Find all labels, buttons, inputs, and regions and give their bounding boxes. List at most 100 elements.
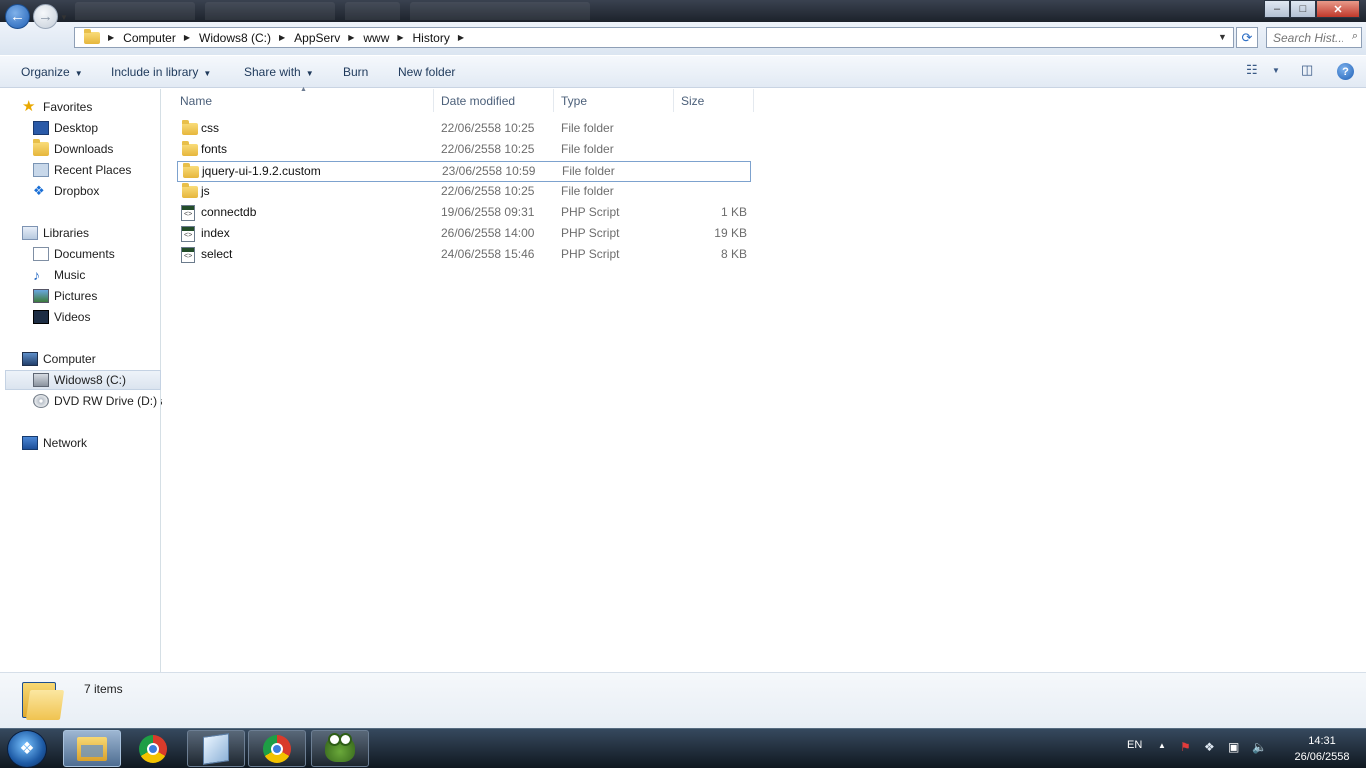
- folder-icon: [33, 139, 49, 156]
- folder-icon: [182, 120, 198, 135]
- nav-item-music[interactable]: ♪ Music: [33, 265, 85, 285]
- view-options-dropdown-icon[interactable]: ▼: [1272, 66, 1280, 75]
- recent-pages-dropdown-icon[interactable]: ▼: [60, 13, 68, 22]
- preview-pane-icon[interactable]: ◫: [1301, 62, 1313, 78]
- column-header-name[interactable]: Name: [174, 89, 434, 112]
- breadcrumb-computer[interactable]: Computer: [123, 31, 176, 45]
- nav-label: Widows8 (C:): [54, 373, 127, 387]
- column-header-size[interactable]: Size: [675, 89, 754, 112]
- dropbox-tray-icon[interactable]: ❖: [1204, 740, 1215, 754]
- nav-item-documents[interactable]: Documents: [33, 244, 115, 264]
- file-name: select: [201, 247, 233, 261]
- virtualbox-cube-icon: [203, 732, 229, 765]
- back-button[interactable]: ←: [5, 4, 30, 29]
- chevron-right-icon[interactable]: ▶: [458, 33, 464, 42]
- organize-menu[interactable]: Organize ▼: [21, 65, 83, 79]
- file-row-connectdb[interactable]: connectdb 19/06/2558 09:31 PHP Script 1 …: [177, 203, 751, 224]
- php-file-icon: [181, 226, 195, 242]
- file-row-jquery-ui[interactable]: jquery-ui-1.9.2.custom 23/06/2558 10:59 …: [177, 161, 751, 182]
- background-tab: [75, 2, 195, 20]
- taskbar-frog-app[interactable]: [311, 730, 369, 767]
- action-center-flag-icon[interactable]: ⚑: [1180, 740, 1191, 754]
- chrome-icon: [263, 734, 291, 763]
- breadcrumb-history[interactable]: History: [413, 31, 450, 45]
- nav-favorites[interactable]: ★ Favorites: [22, 97, 92, 117]
- taskbar-virtualbox[interactable]: [187, 730, 245, 767]
- nav-network[interactable]: Network: [22, 433, 87, 453]
- include-in-library-label: Include in library: [111, 65, 199, 79]
- maximize-button[interactable]: □: [1290, 0, 1316, 18]
- chevron-right-icon[interactable]: ▶: [108, 33, 114, 42]
- chrome-icon: [139, 734, 167, 763]
- nav-item-pictures[interactable]: Pictures: [33, 286, 97, 306]
- show-hidden-icons-chevron-icon[interactable]: ▲: [1158, 741, 1166, 750]
- search-box[interactable]: ⌕: [1266, 27, 1362, 48]
- minimize-button[interactable]: –: [1264, 0, 1290, 18]
- file-row-index[interactable]: index 26/06/2558 14:00 PHP Script 19 KB: [177, 224, 751, 245]
- php-file-icon: [181, 247, 195, 263]
- taskbar-windows-explorer[interactable]: [63, 730, 121, 767]
- taskbar-chrome-open[interactable]: [248, 730, 306, 767]
- file-type: File folder: [561, 142, 614, 156]
- language-indicator[interactable]: EN: [1127, 739, 1142, 751]
- dropbox-icon: ❖: [33, 183, 45, 198]
- documents-icon: [33, 247, 49, 261]
- column-header-type[interactable]: Type: [555, 89, 674, 112]
- new-folder-button[interactable]: New folder: [398, 65, 455, 79]
- dropdown-arrow-icon: ▼: [74, 69, 83, 78]
- file-row-css[interactable]: css 22/06/2558 10:25 File folder: [177, 119, 751, 140]
- taskbar-chrome-pinned[interactable]: [124, 730, 182, 767]
- file-row-select[interactable]: select 24/06/2558 15:46 PHP Script 8 KB: [177, 245, 751, 266]
- help-button[interactable]: ?: [1337, 63, 1354, 80]
- nav-item-dropbox[interactable]: ❖ Dropbox: [33, 181, 99, 201]
- nav-item-dvd-drive[interactable]: DVD RW Drive (D:) a: [33, 391, 167, 411]
- search-input[interactable]: [1267, 28, 1345, 47]
- nav-item-desktop[interactable]: Desktop: [33, 118, 98, 138]
- clock-date: 26/06/2558: [1294, 751, 1350, 763]
- file-size: 8 KB: [720, 247, 747, 261]
- file-row-fonts[interactable]: fonts 22/06/2558 10:25 File folder: [177, 140, 751, 161]
- window-title-bar[interactable]: – □ ✕: [0, 0, 1366, 22]
- breadcrumb-drive[interactable]: Widows8 (C:): [199, 31, 271, 45]
- background-tab: [345, 2, 400, 20]
- refresh-button[interactable]: ⟳: [1236, 27, 1258, 48]
- include-in-library-menu[interactable]: Include in library ▼: [111, 65, 211, 79]
- php-file-icon: [181, 205, 195, 221]
- nav-libraries[interactable]: Libraries: [22, 223, 89, 243]
- file-name: jquery-ui-1.9.2.custom: [202, 164, 321, 178]
- volume-icon[interactable]: 🔈: [1252, 740, 1267, 754]
- file-date: 22/06/2558 10:25: [441, 142, 535, 156]
- background-tab: [205, 2, 335, 20]
- nav-label: DVD RW Drive (D:) a: [54, 394, 168, 408]
- burn-button[interactable]: Burn: [343, 65, 368, 79]
- chevron-right-icon[interactable]: ▶: [279, 33, 285, 42]
- chevron-right-icon[interactable]: ▶: [348, 33, 354, 42]
- nav-item-drive-c[interactable]: Widows8 (C:): [5, 370, 161, 390]
- chevron-right-icon[interactable]: ▶: [184, 33, 190, 42]
- share-with-menu[interactable]: Share with ▼: [244, 65, 314, 79]
- forward-button[interactable]: →: [33, 4, 58, 29]
- chevron-right-icon[interactable]: ▶: [397, 33, 403, 42]
- start-button[interactable]: ❖: [7, 730, 47, 768]
- column-header-date[interactable]: Date modified: [435, 89, 554, 112]
- address-history-dropdown-icon[interactable]: ▼: [1218, 32, 1227, 42]
- close-button[interactable]: ✕: [1316, 0, 1360, 18]
- breadcrumb[interactable]: ▶ Computer ▶ Widows8 (C:) ▶ AppServ ▶ ww…: [84, 28, 473, 46]
- nav-item-videos[interactable]: Videos: [33, 307, 90, 327]
- file-type: PHP Script: [561, 247, 620, 261]
- file-type: File folder: [562, 164, 615, 178]
- network-tray-icon[interactable]: ▣: [1228, 740, 1239, 754]
- breadcrumb-www[interactable]: www: [363, 31, 389, 45]
- nav-item-downloads[interactable]: Downloads: [33, 139, 113, 159]
- drive-icon: [33, 373, 49, 387]
- change-view-icon[interactable]: ☷: [1246, 62, 1258, 78]
- system-clock[interactable]: 14:31 26/06/2558: [1282, 733, 1362, 765]
- breadcrumb-appserv[interactable]: AppServ: [294, 31, 340, 45]
- search-icon[interactable]: ⌕: [1352, 30, 1358, 43]
- file-row-js[interactable]: js 22/06/2558 10:25 File folder: [177, 182, 751, 203]
- nav-item-recent-places[interactable]: Recent Places: [33, 160, 131, 180]
- file-size: 1 KB: [720, 205, 747, 219]
- clock-time: 14:31: [1308, 735, 1336, 747]
- nav-computer[interactable]: Computer: [22, 349, 96, 369]
- libraries-icon: [22, 226, 38, 240]
